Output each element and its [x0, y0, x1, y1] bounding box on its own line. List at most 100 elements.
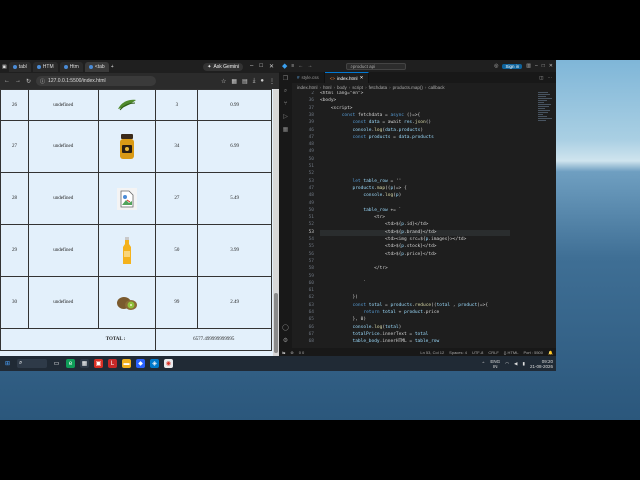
store-icon[interactable]: ◆ — [136, 359, 145, 368]
nav-back-icon[interactable]: ← — [298, 63, 303, 69]
profile-avatar-icon[interactable]: ● — [260, 78, 264, 85]
new-tab-icon[interactable]: + — [111, 64, 114, 70]
code-line[interactable]: const data = await res.json() — [320, 120, 432, 125]
problems-count[interactable]: 0 0 — [299, 350, 305, 355]
run-debug-icon[interactable]: ▷ — [283, 113, 288, 120]
browser-tab-1[interactable]: tabl — [8, 61, 31, 72]
minimize-icon[interactable]: – — [535, 63, 538, 69]
file-explorer-icon[interactable]: ▬ — [122, 359, 131, 368]
code-line[interactable]: const total = products.reduce((total , p… — [320, 303, 489, 308]
indentation[interactable]: Spaces: 4 — [449, 350, 467, 355]
search-box[interactable]: ⌕ — [17, 359, 47, 368]
bookmark-star-icon[interactable]: ☆ — [221, 78, 226, 85]
code-line[interactable]: <td>${p.brand}</td> — [320, 230, 437, 235]
tab-style-css[interactable]: # style.css — [292, 72, 325, 83]
minimize-icon[interactable]: – — [250, 63, 253, 70]
code-line[interactable]: ` — [320, 281, 366, 286]
code-line[interactable]: const products = data.products — [320, 135, 434, 140]
breadcrumb-item[interactable]: body — [337, 85, 347, 90]
widgets-icon[interactable]: ▦ — [80, 359, 89, 368]
remote-icon[interactable]: ⇋ — [282, 350, 285, 355]
code-line[interactable]: <td><img src=${p.images}></td> — [320, 237, 466, 242]
search-icon[interactable]: ⌕ — [284, 88, 287, 95]
tray-chevron-icon[interactable]: ⌃ — [482, 361, 486, 367]
task-view-icon[interactable]: ▭ — [52, 359, 61, 368]
account-icon[interactable]: ◯ — [282, 324, 289, 331]
maximize-icon[interactable]: □ — [259, 63, 263, 70]
code-line[interactable]: console.log(total) — [320, 325, 402, 330]
sign-in-button[interactable]: Sign in — [502, 63, 523, 69]
more-actions-icon[interactable]: ⋯ — [548, 75, 553, 81]
minimap[interactable] — [538, 91, 554, 151]
code-editor[interactable]: 2 <html lang="en"> 36 <body> 37 <script> 38 c… — [292, 91, 538, 347]
code-line[interactable]: <script> — [320, 106, 353, 111]
line-ending[interactable]: CRLF — [488, 350, 498, 355]
clock[interactable]: 09:20 21-08-2026 — [530, 359, 553, 369]
breadcrumb-item[interactable]: html — [323, 85, 332, 90]
breadcrumb-item[interactable]: fetchdata — [369, 85, 388, 90]
code-line[interactable]: <body> — [320, 98, 336, 103]
encoding[interactable]: UTF-8 — [472, 350, 483, 355]
code-line[interactable]: totalPrice.innerText = total — [320, 332, 429, 337]
menu-dots-icon[interactable]: ⋮ — [269, 78, 275, 85]
code-line[interactable]: <td>${p.stock}</td> — [320, 244, 437, 249]
close-icon[interactable]: ✕ — [269, 63, 274, 70]
layout-icon[interactable]: ▥ — [526, 63, 531, 69]
edge-browser-icon[interactable]: e — [66, 359, 75, 368]
wifi-icon[interactable]: ◠ — [505, 361, 509, 367]
live-server-port[interactable]: Port : 5500 — [523, 350, 543, 355]
extensions-icon[interactable]: ▦ — [283, 126, 289, 133]
maximize-icon[interactable]: □ — [542, 63, 545, 69]
code-line[interactable]: table_body.innerHTML = table_row — [320, 339, 440, 344]
code-line[interactable]: console.log(p) — [320, 193, 401, 198]
breadcrumb-item[interactable]: index.html — [297, 85, 318, 90]
code-line[interactable]: table_row += ` — [320, 208, 401, 213]
code-line[interactable]: }) — [320, 295, 358, 300]
volume-icon[interactable]: ◀ — [514, 361, 517, 367]
scroll-thumb[interactable] — [274, 293, 278, 354]
breadcrumb-item[interactable]: script — [352, 85, 363, 90]
problems-icon[interactable]: ⊗ — [290, 350, 293, 355]
code-line[interactable]: console.log(data.products) — [320, 128, 424, 133]
extension-icon[interactable]: ▦ — [231, 78, 237, 85]
code-line[interactable]: products.map((p)=> { — [320, 186, 407, 191]
vscode-taskbar-icon[interactable]: ◈ — [150, 359, 159, 368]
menu-icon[interactable]: ≡ — [291, 63, 294, 69]
explorer-icon[interactable]: ❐ — [283, 75, 288, 82]
browser-tab-3[interactable]: Htm — [59, 61, 83, 72]
language-indicator[interactable]: ENG IN — [490, 359, 500, 369]
tab-actions-icon[interactable]: ▣ — [2, 64, 7, 70]
start-windows-icon[interactable]: ⊞ — [3, 359, 12, 368]
nav-forward-icon[interactable]: → — [307, 63, 312, 69]
close-tab-icon[interactable]: ✕ — [360, 75, 364, 81]
address-bar[interactable]: ⓘ 127.0.0.1:5500/index.html — [36, 76, 157, 86]
l-app-icon[interactable]: L — [108, 359, 117, 368]
reload-icon[interactable]: ↻ — [26, 78, 31, 85]
code-line[interactable]: }, 0) — [320, 317, 367, 322]
code-line[interactable]: <td>${p.id}</td> — [320, 222, 428, 227]
browser-tab-4[interactable]: <tab — [84, 61, 109, 72]
download-icon[interactable]: ⤓ — [253, 78, 256, 85]
breadcrumb-item[interactable]: products.map() — [393, 85, 423, 90]
code-line[interactable]: </tr> — [320, 266, 388, 271]
code-line[interactable]: <td>${p.price}</td> — [320, 252, 437, 257]
code-line[interactable]: let table_row = '' — [320, 179, 402, 184]
close-icon[interactable]: ✕ — [549, 63, 553, 69]
split-editor-icon[interactable]: ◫ — [539, 75, 543, 81]
breadcrumb-item[interactable]: callback — [428, 85, 444, 90]
settings-gear-icon[interactable]: ⚙ — [283, 337, 288, 344]
code-line[interactable]: <tr> — [320, 215, 385, 220]
source-control-icon[interactable]: ⑂ — [284, 101, 288, 107]
battery-icon[interactable]: ▮ — [522, 361, 524, 367]
cursor-position[interactable]: Ln 53, Col 12 — [420, 350, 444, 355]
notifications-bell-icon[interactable]: 🔔 — [548, 350, 553, 355]
red-app-icon[interactable]: ▣ — [94, 359, 103, 368]
back-icon[interactable]: ← — [4, 78, 10, 84]
command-search[interactable]: ⌕ product api — [346, 62, 407, 70]
reading-icon[interactable]: ▤ — [242, 78, 248, 85]
code-line[interactable]: return total + product.price — [320, 310, 439, 315]
forward-icon[interactable]: → — [15, 78, 21, 84]
accounts-icon[interactable]: ◎ — [494, 63, 498, 69]
ask-gemini-button[interactable]: ✦ Ask Gemini — [203, 62, 243, 71]
code-line[interactable]: <html lang="en"> — [320, 91, 363, 96]
